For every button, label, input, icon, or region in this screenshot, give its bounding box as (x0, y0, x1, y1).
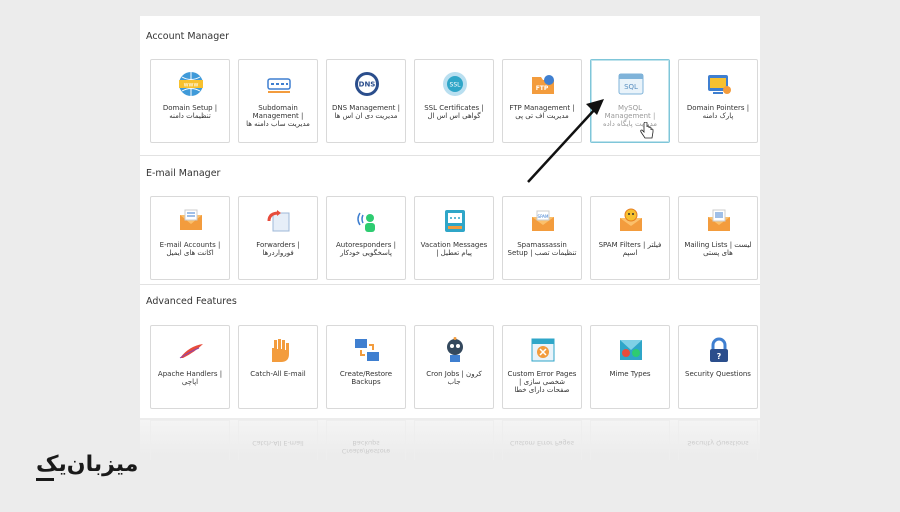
logo-underline (36, 478, 54, 481)
brand-logo: میزبان‌یک (36, 452, 139, 477)
annotation-arrow (527, 99, 604, 183)
hand-cursor-icon (640, 122, 654, 139)
